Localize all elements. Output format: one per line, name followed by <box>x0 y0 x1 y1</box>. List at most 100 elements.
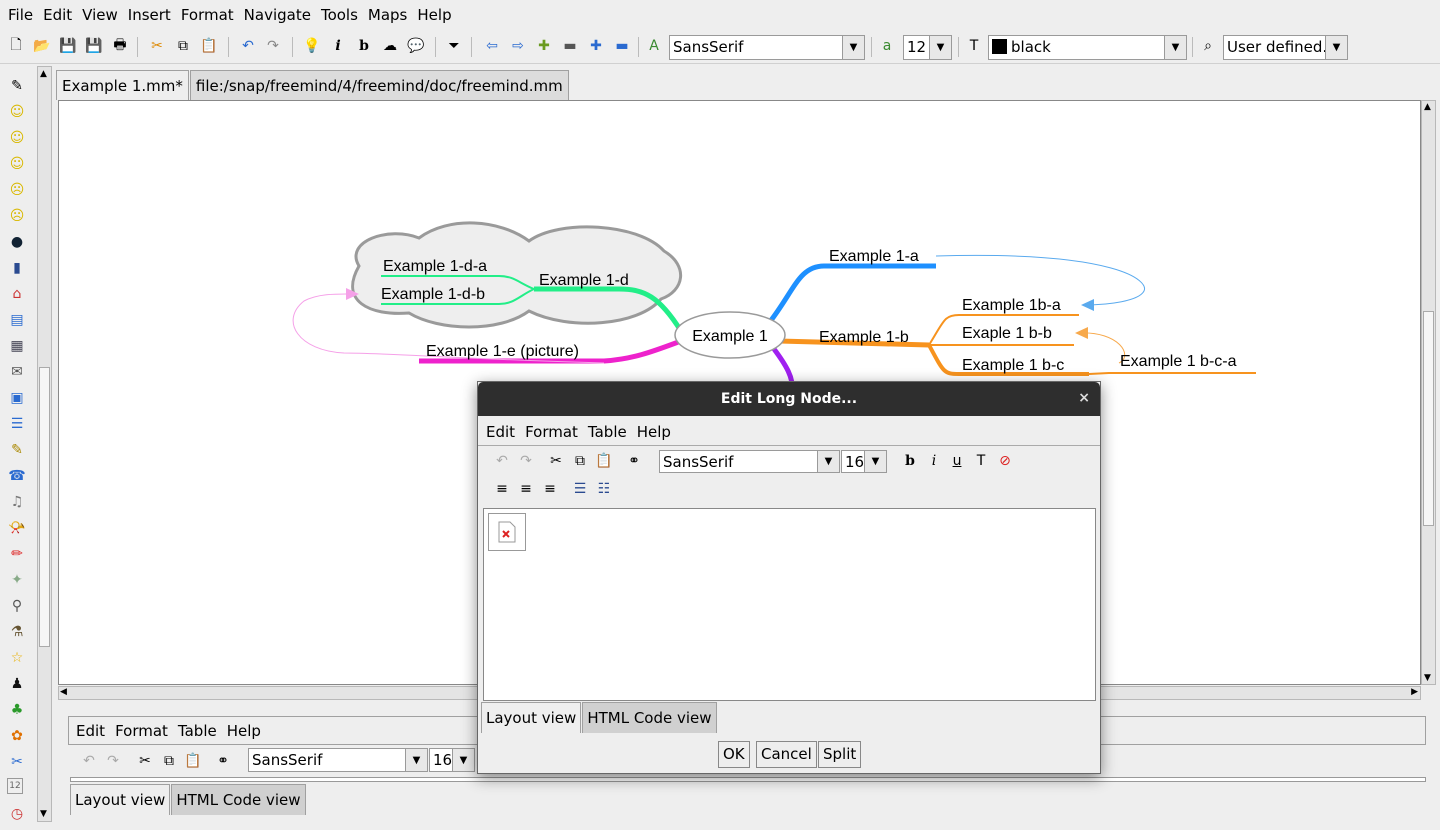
smiley-oh-icon[interactable]: ☺ <box>7 154 27 174</box>
notes-font-select[interactable]: SansSerif ▼ <box>248 748 428 772</box>
node-b[interactable]: Example 1-b <box>819 329 909 346</box>
linux-icon[interactable]: ♟ <box>7 674 27 694</box>
numbered-list-icon[interactable]: ☷ <box>593 478 615 500</box>
node-b-c[interactable]: Example 1 b-c <box>962 357 1064 374</box>
home-icon[interactable]: ⌂ <box>7 284 27 304</box>
undo-icon[interactable]: ↶ <box>237 35 259 57</box>
magnifier-icon[interactable]: ⚲ <box>7 596 27 616</box>
notes-menu-format[interactable]: Format <box>110 722 173 740</box>
scroll-thumb[interactable] <box>39 367 50 647</box>
tab-html-code-view[interactable]: HTML Code view <box>171 784 306 815</box>
undo-icon[interactable]: ↶ <box>491 450 513 472</box>
dialog-menu-help[interactable]: Help <box>632 423 676 441</box>
ok-button[interactable]: OK <box>718 741 750 768</box>
smiley-neutral-icon[interactable]: ☺ <box>7 128 27 148</box>
zoom-in-icon[interactable]: ✚ <box>533 35 555 57</box>
italic-icon[interactable]: i <box>327 35 349 57</box>
music-icon[interactable]: ♫ <box>7 492 27 512</box>
cut-icon[interactable]: ✂ <box>134 750 156 772</box>
butterfly-icon[interactable]: ✿ <box>7 726 27 746</box>
open-icon[interactable]: 📂 <box>31 35 53 57</box>
find-icon[interactable]: ⚭ <box>623 450 645 472</box>
collapse-icon[interactable]: ▬ <box>611 35 633 57</box>
print-icon[interactable]: 🖶 <box>109 35 131 57</box>
horn-icon[interactable]: 📯 <box>7 518 27 538</box>
phone-icon[interactable]: ☎ <box>7 466 27 486</box>
node-b-b[interactable]: Exaple 1 b-b <box>962 325 1052 342</box>
clock-icon[interactable]: ◷ <box>7 804 27 824</box>
node-d[interactable]: Example 1-d <box>539 272 629 289</box>
calendar-icon[interactable]: 12 <box>7 778 23 794</box>
remove-icon-icon[interactable]: ✎ <box>7 76 27 96</box>
dialog-editor[interactable] <box>483 508 1096 701</box>
redo-icon[interactable]: ↷ <box>262 35 284 57</box>
node-b-c-a[interactable]: Example 1 b-c-a <box>1120 353 1237 370</box>
clear-format-icon[interactable]: ⊘ <box>994 450 1016 472</box>
dialog-menu-format[interactable]: Format <box>520 423 583 441</box>
copy-icon[interactable]: ⧉ <box>158 750 180 772</box>
paste-icon[interactable]: 📋 <box>182 750 204 772</box>
scroll-up-icon[interactable]: ▲ <box>1424 102 1431 112</box>
color-select[interactable]: black ▼ <box>988 35 1187 60</box>
book-icon[interactable]: ▮ <box>7 258 27 278</box>
menu-format[interactable]: Format <box>176 0 239 31</box>
wand-icon[interactable]: ✦ <box>7 570 27 590</box>
back-arrow-icon[interactable]: ⇦ <box>481 35 503 57</box>
cancel-button[interactable]: Cancel <box>756 741 817 768</box>
copy-icon[interactable]: ⧉ <box>172 35 194 57</box>
align-right-icon[interactable]: ≡ <box>539 478 561 500</box>
cloud-icon[interactable]: ☁ <box>379 35 401 57</box>
lightbulb-icon[interactable]: 💡 <box>301 35 323 57</box>
menu-navigate[interactable]: Navigate <box>239 0 316 31</box>
pen-icon[interactable]: ✏ <box>7 544 27 564</box>
bullet-list-icon[interactable]: ☰ <box>569 478 591 500</box>
style-select[interactable]: User defined. ▼ <box>1223 35 1348 60</box>
tab-freemind-doc[interactable]: file:/snap/freemind/4/freemind/doc/freem… <box>189 70 569 100</box>
menu-help[interactable]: Help <box>412 0 456 31</box>
zoom-out-icon[interactable]: ▬ <box>559 35 581 57</box>
italic-icon[interactable]: i <box>923 450 945 472</box>
cut-icon[interactable]: ✂ <box>545 450 567 472</box>
undo-icon[interactable]: ↶ <box>78 750 100 772</box>
desktop-icon[interactable]: ▣ <box>7 388 27 408</box>
tab-layout-view[interactable]: Layout view <box>70 784 171 815</box>
redo-icon[interactable]: ↷ <box>515 450 537 472</box>
smiley-angry-icon[interactable]: ☹ <box>7 206 27 226</box>
redo-icon[interactable]: ↷ <box>102 750 124 772</box>
notes-menu-help[interactable]: Help <box>222 722 266 740</box>
scroll-thumb[interactable] <box>1423 311 1434 526</box>
node-e[interactable]: Example 1-e (picture) <box>426 343 579 360</box>
align-center-icon[interactable]: ≡ <box>515 478 537 500</box>
notes-menu-table[interactable]: Table <box>173 722 222 740</box>
node-root[interactable]: Example 1 <box>692 328 768 345</box>
edit-icon[interactable]: ✎ <box>7 440 27 460</box>
icon-toolbar-scrollbar[interactable]: ▲ ▼ <box>37 66 52 822</box>
bomb-icon[interactable]: ● <box>7 232 27 252</box>
save-as-icon[interactable]: 💾 <box>83 35 105 57</box>
font-family-select[interactable]: SansSerif ▼ <box>669 35 865 60</box>
node-b-a[interactable]: Example 1b-a <box>962 297 1061 314</box>
flask-icon[interactable]: ⚗ <box>7 622 27 642</box>
close-icon[interactable]: × <box>1078 390 1090 406</box>
scroll-down-icon[interactable]: ▼ <box>1424 673 1431 683</box>
smiley-happy-icon[interactable]: ☺ <box>7 102 27 122</box>
new-map-icon[interactable]: 🗋 <box>5 35 27 57</box>
bold-icon[interactable]: b <box>899 450 921 472</box>
scroll-down-icon[interactable]: ▼ <box>40 809 47 819</box>
copy-icon[interactable]: ⧉ <box>569 450 591 472</box>
folder-icon[interactable]: ▤ <box>7 310 27 330</box>
notes-menu-edit[interactable]: Edit <box>71 722 110 740</box>
menu-maps[interactable]: Maps <box>363 0 412 31</box>
dialog-menu-edit[interactable]: Edit <box>481 423 520 441</box>
cut-icon[interactable]: ✂ <box>146 35 168 57</box>
scroll-up-icon[interactable]: ▲ <box>40 69 47 79</box>
dialog-size-select[interactable]: 16 ▼ <box>841 450 887 473</box>
clover-icon[interactable]: ♣ <box>7 700 27 720</box>
comment-icon[interactable]: 💬 <box>405 35 427 57</box>
underline-icon[interactable]: u <box>946 450 968 472</box>
dialog-titlebar[interactable]: Edit Long Node... × <box>478 382 1100 416</box>
star-icon[interactable]: ☆ <box>7 648 27 668</box>
notes-size-select[interactable]: 16 ▼ <box>429 748 475 772</box>
node-a[interactable]: Example 1-a <box>829 248 919 265</box>
expand-icon[interactable]: ✚ <box>585 35 607 57</box>
